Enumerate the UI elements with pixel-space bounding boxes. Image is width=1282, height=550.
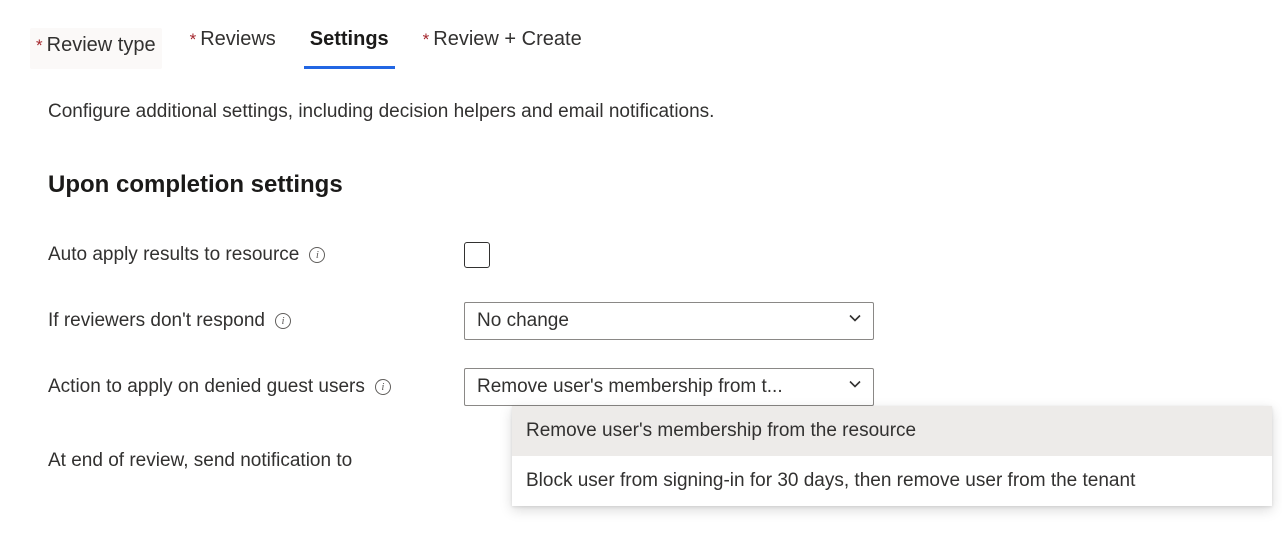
select-no-respond[interactable]: No change <box>464 302 874 340</box>
tab-review-create[interactable]: * Review + Create <box>417 28 588 69</box>
option-text: Remove user's membership from the resour… <box>526 420 916 441</box>
tab-label: Reviews <box>200 28 276 51</box>
tab-reviews[interactable]: * Reviews <box>184 28 282 69</box>
info-icon[interactable]: i <box>309 247 325 263</box>
page-description: Configure additional settings, including… <box>0 69 1282 123</box>
tab-label: Review type <box>47 34 156 57</box>
row-denied-guest: Action to apply on denied guest users i … <box>48 367 1282 407</box>
label-text: Action to apply on denied guest users <box>48 376 365 398</box>
required-star-icon: * <box>190 31 197 48</box>
row-auto-apply: Auto apply results to resource i <box>48 235 1282 275</box>
tab-bar: * Review type * Reviews Settings * Revie… <box>0 0 1282 69</box>
label-denied-guest: Action to apply on denied guest users i <box>48 376 464 398</box>
info-icon[interactable]: i <box>275 313 291 329</box>
label-auto-apply: Auto apply results to resource i <box>48 244 464 266</box>
tab-settings[interactable]: Settings <box>304 28 395 69</box>
form-area: Auto apply results to resource i If revi… <box>0 199 1282 481</box>
chevron-down-icon <box>847 376 863 398</box>
chevron-down-icon <box>847 310 863 332</box>
checkbox-auto-apply[interactable] <box>464 242 490 268</box>
label-text: At end of review, send notification to <box>48 450 352 472</box>
select-value: Remove user's membership from t... <box>477 376 783 398</box>
select-denied-guest[interactable]: Remove user's membership from t... <box>464 368 874 406</box>
dropdown-denied-guest: Remove user's membership from the resour… <box>512 406 1272 506</box>
label-notification: At end of review, send notification to <box>48 450 464 472</box>
option-text: Block user from signing-in for 30 days, … <box>526 470 1135 491</box>
required-star-icon: * <box>423 31 430 48</box>
required-star-icon: * <box>36 37 43 54</box>
dropdown-option-remove-membership[interactable]: Remove user's membership from the resour… <box>512 406 1272 456</box>
tab-label: Settings <box>310 28 389 51</box>
section-title: Upon completion settings <box>0 123 1282 199</box>
tab-label: Review + Create <box>433 28 581 51</box>
info-icon[interactable]: i <box>375 379 391 395</box>
dropdown-option-block-signin[interactable]: Block user from signing-in for 30 days, … <box>512 456 1272 506</box>
label-text: If reviewers don't respond <box>48 310 265 332</box>
row-no-respond: If reviewers don't respond i No change <box>48 301 1282 341</box>
label-no-respond: If reviewers don't respond i <box>48 310 464 332</box>
select-value: No change <box>477 310 569 332</box>
tab-review-type[interactable]: * Review type <box>30 28 162 69</box>
label-text: Auto apply results to resource <box>48 244 299 266</box>
